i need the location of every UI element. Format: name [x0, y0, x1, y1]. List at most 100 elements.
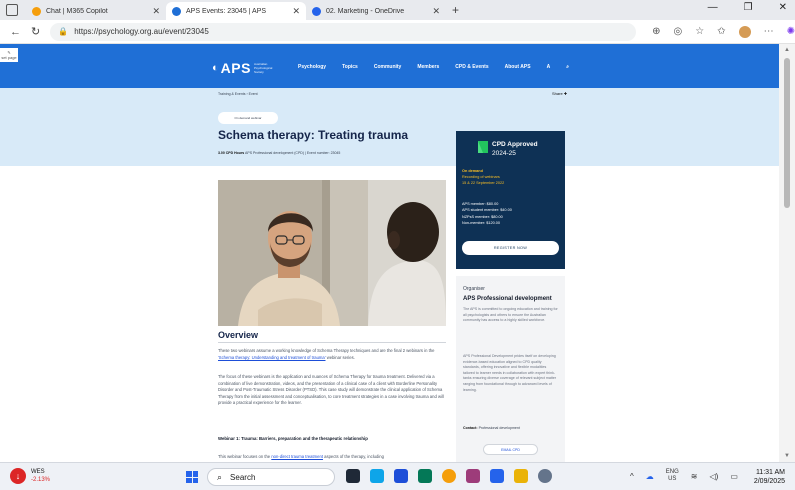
desktop-screen: Chat | M365 Copilot ✕ APS Events: 23045 …	[0, 0, 795, 490]
new-tab-icon[interactable]: +	[452, 3, 459, 17]
taskbar-clock[interactable]: 11:31 AM 2/09/2025	[740, 468, 785, 486]
page-scrollbar[interactable]: ▲ ▼	[779, 44, 795, 462]
cpd-hours: 3.00 CPD Hours	[218, 151, 245, 155]
battery-icon[interactable]: ▭	[730, 472, 738, 481]
webinar-text: This webinar focuses on the	[218, 454, 271, 459]
onedrive-icon[interactable]	[490, 469, 504, 483]
close-tab-icon[interactable]: ✕	[292, 6, 300, 17]
logo-tagline: Australian Psychological Society	[253, 62, 273, 74]
cpd-schedule: On demand Recording of webinars 15 & 22 …	[462, 168, 504, 186]
tab-copilot[interactable]: Chat | M365 Copilot ✕	[26, 2, 166, 20]
close-tab-icon[interactable]: ✕	[432, 6, 440, 17]
outlook-icon[interactable]	[394, 469, 408, 483]
refresh-icon[interactable]: ↻	[31, 25, 40, 38]
nav-members[interactable]: Members	[417, 64, 439, 70]
favorites-icon[interactable]: ✩	[717, 26, 725, 37]
search-icon[interactable]: ⌕	[566, 64, 569, 70]
event-image	[218, 180, 446, 326]
tab-label: Chat | M365 Copilot	[46, 7, 108, 15]
widgets-button[interactable]: ↓ WES -2.13%	[10, 468, 50, 484]
edge-icon[interactable]	[370, 469, 384, 483]
onedrive-favicon-icon	[312, 6, 321, 16]
sidebar-toggle-icon[interactable]: ✎ set page	[0, 48, 18, 62]
organiser-card: Organiser APS Professional development T…	[456, 276, 565, 462]
clock-date: 2/09/2025	[753, 478, 785, 485]
tab-onedrive[interactable]: 02. Marketing - OneDrive ✕	[306, 2, 446, 20]
profile-avatar-icon[interactable]	[738, 25, 751, 38]
aps-logo-icon: ◐	[212, 62, 219, 74]
workspaces-icon[interactable]	[6, 4, 18, 16]
scroll-down-icon[interactable]: ▼	[784, 453, 790, 459]
reader-icon[interactable]: ◎	[674, 26, 683, 37]
copilot-icon[interactable]: ✺	[787, 26, 795, 37]
email-cpd-button[interactable]: EMAIL CPD	[483, 444, 538, 455]
nav-about-aps[interactable]: About APS	[505, 64, 531, 70]
favorite-star-icon[interactable]: ☆	[695, 26, 704, 37]
format-pill: On demand webinar	[218, 112, 278, 124]
logo-text: APS	[220, 60, 251, 76]
tray-chevron-up-icon[interactable]: ^	[630, 472, 634, 481]
contact-label: Contact:	[463, 426, 478, 430]
series-link[interactable]: 'Schema therapy: Understanding and treat…	[218, 355, 326, 360]
breadcrumb[interactable]: Training & Events › Event	[218, 92, 258, 96]
nav-cpd-events[interactable]: CPD & Events	[455, 64, 488, 70]
overview-divider	[218, 342, 446, 343]
ticker-change: -2.13%	[31, 477, 51, 483]
aps-logo[interactable]: ◐ APS Australian Psychological Society	[212, 60, 272, 76]
organiser-contact: Contact: Professional development	[463, 426, 520, 430]
search-icon: ⌕	[217, 471, 223, 482]
taskbar: ↓ WES -2.13% ⌕ Search ^ ☁ ENG US ≋ ◁) ▭ …	[0, 462, 795, 490]
onedrive-cloud-icon[interactable]: ☁	[646, 472, 654, 481]
event-hero	[0, 88, 779, 166]
more-icon[interactable]: ⋯	[764, 26, 774, 37]
zoom-icon[interactable]: ⊕	[652, 26, 660, 37]
windows-start-icon[interactable]	[186, 471, 198, 483]
overview-text: These two webinars assume a working know…	[218, 348, 435, 353]
excel-icon[interactable]	[418, 469, 432, 483]
contact-value: Professional development	[478, 426, 520, 430]
teams-icon[interactable]	[466, 469, 480, 483]
restore-icon[interactable]: ❐	[744, 2, 753, 13]
event-meta: 3.00 CPD Hours APS Professional developm…	[218, 151, 340, 155]
register-button[interactable]: REGISTER NOW	[462, 241, 559, 255]
back-icon[interactable]: ←	[10, 26, 21, 38]
nav-community[interactable]: Community	[374, 64, 402, 70]
settings-gear-icon[interactable]	[538, 469, 552, 483]
address-bar: ← ↻ 🔒 https://psychology.org.au/event/23…	[0, 20, 795, 44]
minimize-icon[interactable]: —	[708, 2, 718, 13]
page-viewport: ◐ APS Australian Psychological Society P…	[0, 44, 779, 462]
scroll-up-icon[interactable]: ▲	[784, 47, 790, 53]
file-explorer-icon[interactable]	[514, 469, 528, 483]
tab-aps-events[interactable]: APS Events: 23045 | APS ✕	[166, 2, 306, 20]
cpd-title: CPD Approved	[492, 141, 538, 148]
system-tray: ^ ☁ ENG US ≋ ◁) ▭	[630, 469, 738, 483]
event-dates: 15 & 22 September 2022	[462, 181, 505, 185]
nav-topics[interactable]: Topics	[342, 64, 358, 70]
close-window-icon[interactable]: ✕	[779, 2, 787, 13]
taskbar-apps	[346, 469, 552, 483]
overview-heading: Overview	[218, 330, 259, 340]
volume-icon[interactable]: ◁)	[709, 472, 718, 481]
on-demand-label: On demand	[462, 169, 483, 173]
nav-psychology[interactable]: Psychology	[298, 64, 326, 70]
overview-text: webinar series.	[326, 354, 355, 360]
wifi-icon[interactable]: ≋	[691, 472, 698, 481]
taskbar-search[interactable]: ⌕ Search	[207, 468, 335, 486]
price-student: APS student member: $40.00	[462, 208, 512, 213]
account-icon[interactable]: A	[547, 64, 551, 70]
trauma-treatment-link[interactable]: non-direct trauma treatment	[271, 454, 323, 459]
scroll-thumb[interactable]	[784, 58, 790, 208]
cpd-year: 2024-25	[492, 150, 516, 157]
tab-label: 02. Marketing - OneDrive	[326, 7, 405, 15]
url-field[interactable]: 🔒 https://psychology.org.au/event/23045	[50, 22, 637, 41]
share-link[interactable]: Share ✚	[552, 91, 567, 96]
task-view-icon[interactable]	[346, 469, 360, 483]
tab-label: APS Events: 23045 | APS	[186, 7, 267, 15]
chrome-icon[interactable]	[442, 469, 456, 483]
price-non-member: Non-member: $120.00	[462, 221, 500, 226]
organiser-paragraph-2: APS Professional Development prides itse…	[463, 354, 557, 392]
browser-tab-bar: Chat | M365 Copilot ✕ APS Events: 23045 …	[0, 0, 795, 20]
language-switch[interactable]: ENG US	[666, 469, 679, 483]
ticker-name: WES	[31, 469, 45, 475]
close-tab-icon[interactable]: ✕	[152, 6, 160, 17]
